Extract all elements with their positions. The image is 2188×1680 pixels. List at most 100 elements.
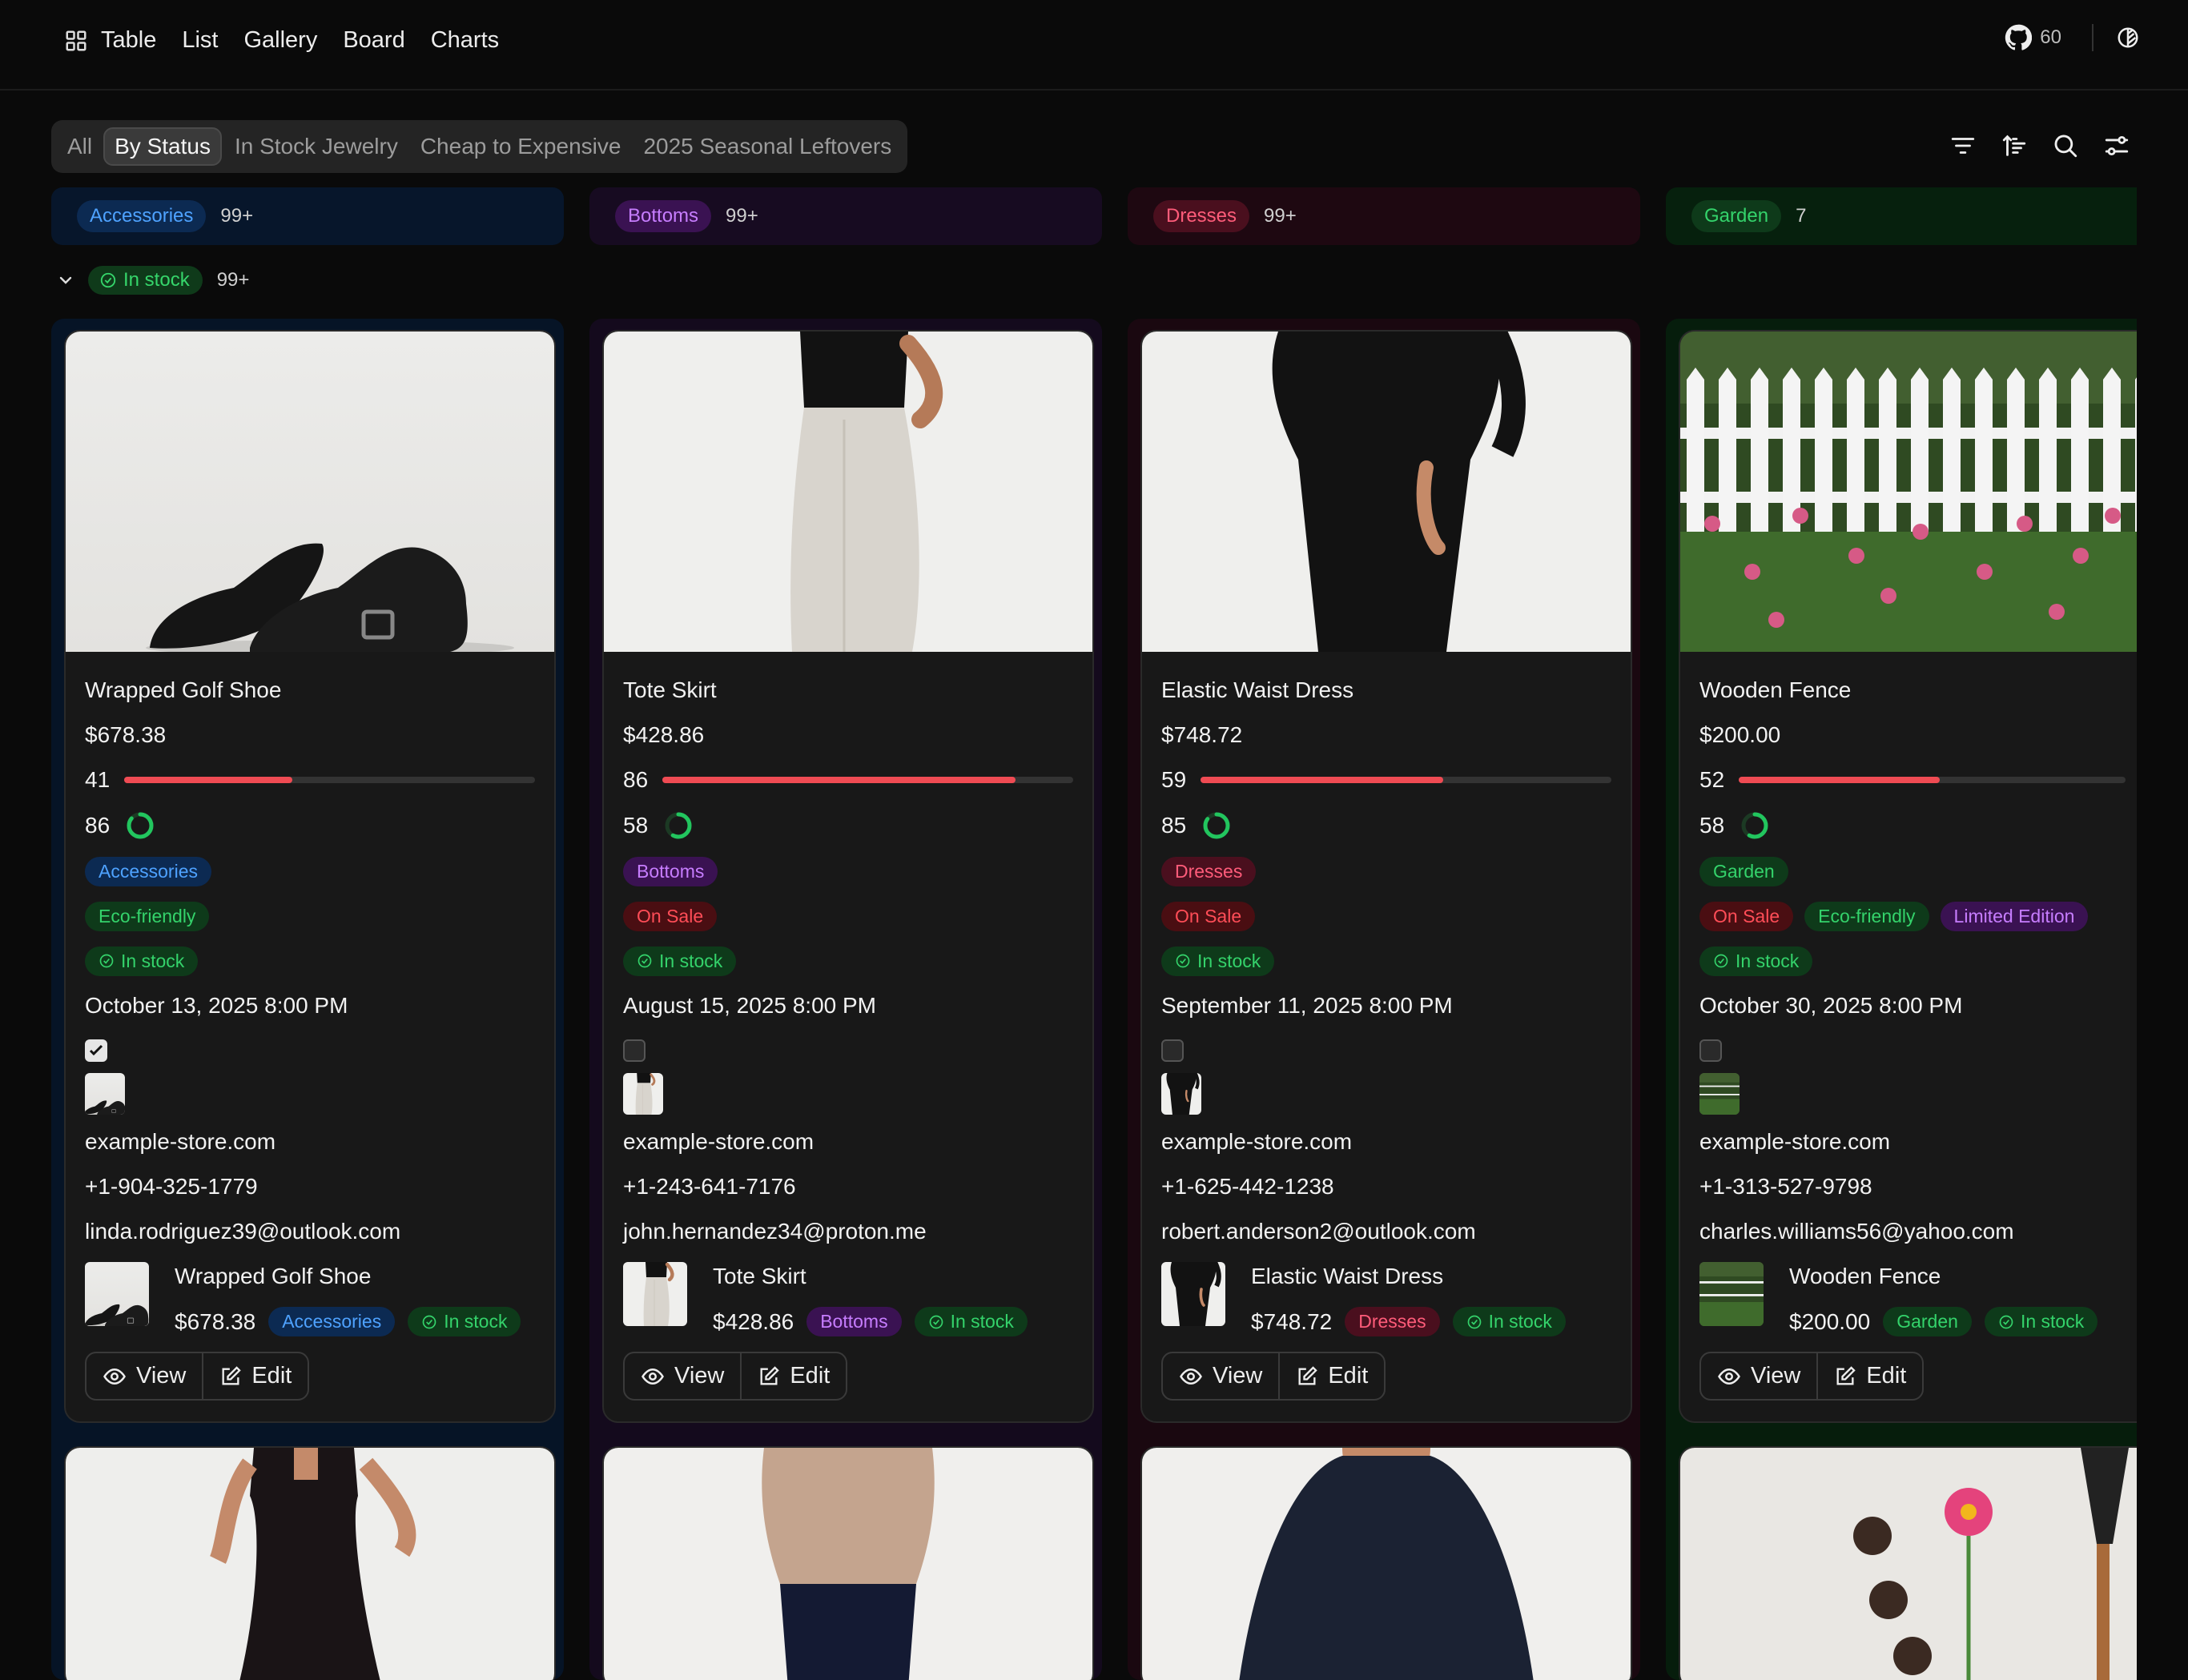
product-website[interactable]: example-store.com xyxy=(1161,1119,1611,1164)
product-thumbnail[interactable] xyxy=(623,1073,663,1115)
edit-icon xyxy=(1298,1365,1318,1385)
nav-board[interactable]: Board xyxy=(343,27,404,54)
product-card[interactable] xyxy=(1679,1446,2137,1680)
status-row: In stock xyxy=(1161,938,1611,983)
linked-product-preview[interactable]: Wrapped Golf Shoe $678.38 Accessories In st… xyxy=(85,1262,535,1352)
linked-category-badge: Bottoms xyxy=(806,1307,902,1336)
column-label: Accessories xyxy=(77,200,207,232)
tab-in-stock-jewelry[interactable]: In Stock Jewelry xyxy=(235,134,398,159)
settings-icon[interactable] xyxy=(2103,132,2130,159)
ring-value: 85 xyxy=(1161,813,1187,838)
shoe-image xyxy=(85,1100,125,1115)
check-circle-icon xyxy=(100,272,116,288)
product-checkbox[interactable] xyxy=(1161,1039,1184,1062)
product-phone[interactable]: +1-313-527-9798 xyxy=(1699,1164,2126,1209)
lane-bottoms: Tote Skirt $428.86 86 58 Bottoms On Sale In st… xyxy=(589,319,1102,1680)
nav-list[interactable]: List xyxy=(182,27,218,54)
product-email[interactable]: john.hernandez34@proton.me xyxy=(623,1209,1073,1254)
edit-button-label: Edit xyxy=(251,1363,292,1389)
category-row: Garden xyxy=(1699,849,2126,894)
product-thumbnail[interactable] xyxy=(85,1073,125,1115)
product-card[interactable]: Elastic Waist Dress $748.72 59 85 Dresses On … xyxy=(1140,330,1632,1423)
linked-status-label: In stock xyxy=(950,1311,1014,1332)
product-checkbox[interactable] xyxy=(623,1039,646,1062)
chevron-down-icon[interactable] xyxy=(56,271,75,290)
check-circle-icon xyxy=(422,1315,436,1328)
product-card[interactable] xyxy=(1140,1446,1632,1680)
shoe-image xyxy=(146,543,514,656)
product-card[interactable]: Wooden Fence $200.00 52 58 Garden On Sale Eco-… xyxy=(1679,330,2137,1423)
product-card[interactable] xyxy=(602,1446,1094,1680)
product-phone[interactable]: +1-243-641-7176 xyxy=(623,1164,1073,1209)
filter-icon[interactable] xyxy=(1949,132,1977,159)
linked-product-price: $678.38 xyxy=(175,1308,256,1334)
nav-table[interactable]: Table xyxy=(101,27,156,54)
linked-product-preview[interactable]: Elastic Waist Dress $748.72 Dresses In stoc… xyxy=(1161,1262,1611,1352)
github-link[interactable]: 60 xyxy=(2005,24,2061,51)
product-email[interactable]: robert.anderson2@outlook.com xyxy=(1161,1209,1611,1254)
linked-product-preview[interactable]: Tote Skirt $428.86 Bottoms In stock xyxy=(623,1262,1073,1352)
nav-gallery[interactable]: Gallery xyxy=(243,27,317,54)
product-website[interactable]: example-store.com xyxy=(623,1119,1073,1164)
product-thumbnail[interactable] xyxy=(1161,1073,1201,1115)
skirt-image xyxy=(635,1073,656,1115)
view-button[interactable]: View xyxy=(1701,1353,1816,1399)
tab-all[interactable]: All xyxy=(67,134,92,159)
tab-cheap-to-expensive[interactable]: Cheap to Expensive xyxy=(420,134,621,159)
sort-icon[interactable] xyxy=(2001,132,2028,159)
product-card[interactable] xyxy=(64,1446,556,1680)
nav-charts[interactable]: Charts xyxy=(431,27,499,54)
column-header-bottoms[interactable]: Bottoms 99+ xyxy=(589,187,1102,245)
progress-value: 86 xyxy=(623,767,649,792)
edit-button[interactable]: Edit xyxy=(1816,1353,1922,1399)
edit-button[interactable]: Edit xyxy=(1278,1353,1384,1399)
column-label: Dresses xyxy=(1153,200,1250,232)
search-icon[interactable] xyxy=(2052,132,2079,159)
linked-product-preview[interactable]: Wooden Fence $200.00 Garden In stock xyxy=(1699,1262,2126,1352)
edit-button[interactable]: Edit xyxy=(202,1353,308,1399)
tag-on-sale: On Sale xyxy=(1699,901,1794,931)
product-card[interactable]: Wrapped Golf Shoe $678.38 41 86 Accessories E… xyxy=(64,330,556,1423)
product-photo xyxy=(1142,332,1631,652)
status-label: In stock xyxy=(659,950,723,971)
product-photo xyxy=(604,332,1092,652)
status-label: In stock xyxy=(1197,950,1261,971)
product-email[interactable]: linda.rodriguez39@outlook.com xyxy=(85,1209,535,1254)
group-row-in-stock: In stock 99+ xyxy=(56,266,249,295)
status-badge: In stock xyxy=(623,946,737,976)
view-button[interactable]: View xyxy=(1163,1353,1278,1399)
product-photo xyxy=(1680,1448,2137,1680)
eye-icon xyxy=(1718,1368,1740,1385)
tab-2025-seasonal-leftovers[interactable]: 2025 Seasonal Leftovers xyxy=(643,134,891,159)
product-thumbnail[interactable] xyxy=(1699,1073,1740,1115)
product-website[interactable]: example-store.com xyxy=(85,1119,535,1164)
check-circle-icon xyxy=(1714,954,1728,968)
linked-product-title: Wooden Fence xyxy=(1789,1264,1941,1288)
tab-by-status[interactable]: By Status xyxy=(103,127,222,166)
column-header-accessories[interactable]: Accessories 99+ xyxy=(51,187,564,245)
progress-ring xyxy=(127,812,154,839)
column-count: 99+ xyxy=(726,205,758,227)
edit-button[interactable]: Edit xyxy=(740,1353,846,1399)
column-header-dresses[interactable]: Dresses 99+ xyxy=(1128,187,1640,245)
tag-on-sale: On Sale xyxy=(623,901,718,931)
card-body: Elastic Waist Dress $748.72 59 85 Dresses On … xyxy=(1142,652,1631,1421)
linked-status-label: In stock xyxy=(2020,1311,2085,1332)
product-photo xyxy=(1142,1448,1631,1680)
theme-toggle-icon[interactable] xyxy=(2116,26,2140,50)
tags-row: Eco-friendly xyxy=(85,894,535,938)
progress-row: 41 xyxy=(85,758,535,802)
product-checkbox[interactable] xyxy=(1699,1039,1722,1062)
product-website[interactable]: example-store.com xyxy=(1699,1119,2126,1164)
fence-image xyxy=(1699,1262,1764,1326)
progress-fill xyxy=(1739,777,1941,783)
column-header-garden[interactable]: Garden 7 xyxy=(1666,187,2137,245)
product-email[interactable]: charles.williams56@yahoo.com xyxy=(1699,1209,2126,1254)
product-card[interactable]: Tote Skirt $428.86 86 58 Bottoms On Sale In st… xyxy=(602,330,1094,1423)
view-button[interactable]: View xyxy=(86,1353,202,1399)
product-phone[interactable]: +1-625-442-1238 xyxy=(1161,1164,1611,1209)
product-checkbox[interactable] xyxy=(85,1039,107,1062)
product-phone[interactable]: +1-904-325-1779 xyxy=(85,1164,535,1209)
column-count: 99+ xyxy=(220,205,254,227)
view-button[interactable]: View xyxy=(625,1353,740,1399)
